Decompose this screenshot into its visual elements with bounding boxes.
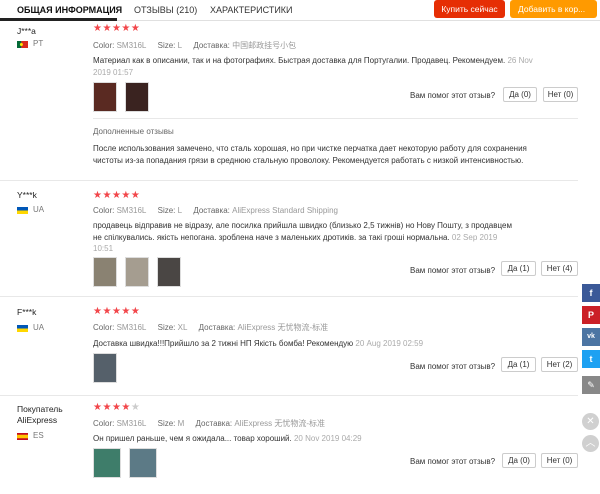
review-photo-thumbnail[interactable] [129,448,157,478]
review-photos [93,82,157,112]
ukraine-flag-icon [17,206,28,214]
review-date: 20 Aug 2019 02:59 [355,339,424,348]
buy-now-button[interactable]: Купить сейчас [434,0,505,18]
star-icon: ★ [102,402,112,413]
reviewer-name: Y***k [17,190,37,200]
order-attributes: Color: SM316L Size: XL Доставка: AliExpr… [93,323,329,332]
facebook-share-icon[interactable]: f [582,284,600,302]
helpful-yes-button[interactable]: Да (0) [503,87,537,102]
star-icon: ★ [111,402,122,413]
helpful-question: Вам помог этот отзыв? [410,266,496,275]
ukraine-flag-icon [17,324,28,332]
review-photo-thumbnail[interactable] [93,257,117,287]
reviewer-country: UA [33,205,45,214]
review-item: Покупатель AliExpress ES ★★★★★ Color: SM… [0,397,578,494]
helpful-yes-button[interactable]: Да (1) [501,357,536,372]
review-photo-thumbnail[interactable] [93,82,117,112]
additional-review-heading: Дополненные отзывы [93,127,174,136]
reviewer-country: PT [33,39,44,48]
order-color: SM316L [116,323,147,332]
helpful-no-button[interactable]: Нет (2) [541,357,578,372]
review-photo-thumbnail[interactable] [157,257,181,287]
order-size: L [177,206,183,215]
review-text: Доставка швидка!!!Прийшло за 2 тижні НП … [93,339,424,348]
helpful-no-button[interactable]: Нет (0) [543,87,578,102]
order-attributes: Color: SM316L Size: L Доставка: AliExpre… [93,206,338,215]
helpful-yes-button[interactable]: Да (1) [501,261,536,276]
rating-stars: ★★★★★ [93,402,140,413]
star-icon: ★ [130,190,141,201]
order-delivery: 中国邮政挂号小包 [232,41,297,50]
tab-general-info[interactable]: ОБЩАЯ ИНФОРМАЦИЯ [17,5,122,15]
review-photos [93,353,125,383]
order-color: SM316L [116,206,147,215]
review-text: Материал как в описании, так и на фотогр… [93,56,533,77]
review-photo-thumbnail[interactable] [93,353,117,383]
close-icon[interactable]: ✕ [582,413,599,430]
star-icon: ★ [102,23,112,34]
helpful-no-button[interactable]: Нет (4) [541,261,578,276]
review-item: Y***k UA ★★★★★ Color: SM316L Size: L Дос… [0,182,578,297]
reviewer-name: Покупатель AliExpress [17,404,63,425]
order-delivery: AliExpress 无忧物流-标准 [237,323,329,332]
additional-review-text: После использования замечено, что сталь … [93,144,527,165]
spain-flag-icon [17,432,28,440]
rating-stars: ★★★★★ [93,190,140,201]
divider [93,118,578,119]
helpful-question: Вам помог этот отзыв? [410,91,496,100]
star-icon: ★ [130,23,141,34]
order-color: SM316L [116,41,147,50]
edit-icon[interactable]: ✎ [582,376,600,394]
vk-share-icon[interactable]: vk [582,328,600,346]
review-photo-thumbnail[interactable] [125,257,149,287]
reviewer-name: J***a [17,26,36,36]
review-date: 20 Nov 2019 04:29 [293,434,362,443]
review-item: J***a PT ★★★★★ Color: SM316L Size: L Дос… [0,21,578,181]
review-photos [93,257,189,287]
review-photo-thumbnail[interactable] [93,448,121,478]
star-icon: ★ [102,190,112,201]
review-text: продавець відправив не відразу, але поси… [93,221,512,253]
review-photo-thumbnail[interactable] [125,82,149,112]
star-icon: ★ [111,190,122,201]
star-empty-icon: ★ [130,402,141,413]
review-text: Он пришел раньше, чем я ожидала... товар… [93,434,362,443]
helpful-question: Вам помог этот отзыв? [410,362,496,371]
order-size: L [177,41,183,50]
star-icon: ★ [121,402,131,413]
order-delivery: AliExpress 无忧物流-标准 [234,419,326,428]
rating-stars: ★★★★★ [93,23,140,34]
order-size: M [177,419,185,428]
star-icon: ★ [130,306,141,317]
reviewer-name: F***k [17,307,37,317]
reviewer-country: ES [33,431,44,440]
helpful-no-button[interactable]: Нет (0) [541,453,578,468]
rating-stars: ★★★★★ [93,306,140,317]
order-delivery: AliExpress Standard Shipping [232,206,338,215]
order-color: SM316L [116,419,147,428]
order-attributes: Color: SM316L Size: M Доставка: AliExpre… [93,419,326,428]
review-photos [93,448,165,478]
star-icon: ★ [121,306,131,317]
product-tabs-bar: ОБЩАЯ ИНФОРМАЦИЯ ОТЗЫВЫ (210) ХАРАКТЕРИС… [0,0,600,21]
tab-reviews[interactable]: ОТЗЫВЫ (210) [134,5,197,15]
portugal-flag-icon [17,40,28,48]
scroll-top-icon[interactable]: ︿ [582,435,599,452]
twitter-share-icon[interactable]: t [582,350,600,368]
reviewer-country: UA [33,323,45,332]
helpful-question: Вам помог этот отзыв? [410,457,496,466]
helpful-yes-button[interactable]: Да (0) [502,453,536,468]
review-item: F***k UA ★★★★★ Color: SM316L Size: XL До… [0,298,578,396]
tab-specifications[interactable]: ХАРАКТЕРИСТИКИ [210,5,293,15]
star-icon: ★ [121,23,131,34]
add-to-cart-button[interactable]: Добавить в кор... [510,0,597,18]
order-attributes: Color: SM316L Size: L Доставка: 中国邮政挂号小包 [93,41,297,50]
star-icon: ★ [111,306,122,317]
pinterest-share-icon[interactable]: P [582,306,600,324]
star-icon: ★ [102,306,112,317]
star-icon: ★ [121,190,131,201]
star-icon: ★ [111,23,122,34]
order-size: XL [177,323,188,332]
